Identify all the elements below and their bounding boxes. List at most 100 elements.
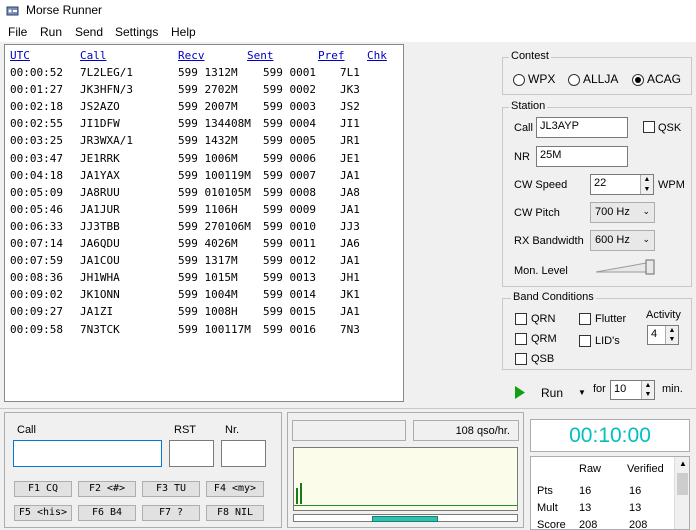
f5-his-button[interactable]: F5 <his> bbox=[14, 505, 72, 521]
log-header-call[interactable]: Call bbox=[80, 49, 107, 62]
spin-down-icon[interactable]: ▼ bbox=[641, 185, 653, 195]
contest-radio-wpx[interactable] bbox=[513, 74, 525, 86]
run-minutes-spin-buttons[interactable]: ▲ ▼ bbox=[641, 381, 654, 399]
log-cell-call: JA1YAX bbox=[80, 168, 120, 182]
log-cell-call: JJ3TBB bbox=[80, 219, 120, 233]
log-cell-sent: 599 0008 bbox=[263, 185, 316, 199]
log-cell-call: JA1COU bbox=[80, 254, 120, 268]
log-cell-sent: 599 0009 bbox=[263, 202, 316, 216]
contest-group: Contest WPX ALLJA ACAG bbox=[502, 50, 692, 95]
spin-up-icon[interactable]: ▲ bbox=[641, 175, 653, 185]
log-cell-utc: 00:01:27 bbox=[10, 83, 63, 97]
rx-bandwidth-label: RX Bandwidth bbox=[514, 235, 584, 247]
log-header-utc[interactable]: UTC bbox=[10, 49, 30, 62]
cw-pitch-select[interactable]: 700 Hz ⌄ bbox=[590, 202, 655, 223]
activity-spinner[interactable]: 4 ▲ ▼ bbox=[647, 325, 679, 345]
f4-my-button[interactable]: F4 <my> bbox=[206, 481, 264, 497]
spin-up-icon[interactable]: ▲ bbox=[642, 381, 654, 390]
station-nr-input[interactable]: 25M bbox=[536, 146, 628, 167]
scope-baseline bbox=[294, 505, 517, 506]
f6-b4-button[interactable]: F6 B4 bbox=[78, 505, 136, 521]
run-play-icon[interactable] bbox=[514, 385, 526, 400]
f3-tu-button[interactable]: F3 TU bbox=[142, 481, 200, 497]
log-header-pref[interactable]: Pref bbox=[318, 49, 345, 62]
tuning-indicator[interactable] bbox=[372, 516, 438, 522]
lids-checkbox[interactable] bbox=[579, 335, 591, 347]
log-cell-call: JS2AZO bbox=[80, 100, 120, 114]
log-cell-recv: 599 100117M bbox=[178, 322, 251, 336]
cw-pitch-label: CW Pitch bbox=[514, 207, 560, 219]
log-cell-recv: 599 100119M bbox=[178, 168, 251, 182]
signal-scope bbox=[293, 447, 518, 511]
cw-speed-spinner[interactable]: 22 ▲ ▼ bbox=[590, 174, 654, 195]
log-cell-utc: 00:08:36 bbox=[10, 271, 63, 285]
mon-level-slider[interactable] bbox=[594, 259, 656, 275]
rx-bandwidth-select[interactable]: 600 Hz ⌄ bbox=[590, 230, 655, 251]
log-cell-utc: 00:02:18 bbox=[10, 100, 63, 114]
contest-label-acag: ACAG bbox=[647, 72, 682, 86]
qsb-checkbox[interactable] bbox=[515, 353, 527, 365]
score-scrollbar[interactable]: ▲ bbox=[674, 457, 689, 529]
station-group: Station Call JL3AYP QSK NR 25M CW Speed … bbox=[502, 100, 692, 287]
log-cell-call: JA6QDU bbox=[80, 237, 120, 250]
spin-down-icon[interactable]: ▼ bbox=[666, 335, 678, 344]
contest-radio-allja[interactable] bbox=[568, 74, 580, 86]
log-header-chk[interactable]: Chk bbox=[367, 49, 387, 62]
log-cell-utc: 00:00:52 bbox=[10, 66, 63, 79]
menu-settings[interactable]: Settings bbox=[115, 25, 158, 39]
station-call-input[interactable]: JL3AYP bbox=[536, 117, 628, 138]
log-cell-recv: 599 2007M bbox=[178, 100, 238, 114]
run-button[interactable]: Run bbox=[541, 386, 563, 400]
log-cell-recv: 599 1004M bbox=[178, 288, 238, 302]
log-cell-pref: JR1 bbox=[340, 134, 360, 148]
menu-run[interactable]: Run bbox=[40, 25, 62, 39]
flutter-checkbox[interactable] bbox=[579, 313, 591, 325]
scope-signal-bar bbox=[296, 488, 298, 504]
f1-cq-button[interactable]: F1 CQ bbox=[14, 481, 72, 497]
score-pts-label: Pts bbox=[537, 485, 553, 497]
nr-input[interactable] bbox=[221, 440, 266, 467]
status-field bbox=[292, 420, 406, 441]
scroll-thumb[interactable] bbox=[677, 473, 688, 495]
run-minutes-spinner[interactable]: 10 ▲ ▼ bbox=[610, 380, 655, 400]
spin-up-icon[interactable]: ▲ bbox=[666, 326, 678, 335]
call-input[interactable] bbox=[13, 440, 162, 467]
qsb-label: QSB bbox=[531, 353, 555, 365]
log-cell-call: 7N3TCK bbox=[80, 322, 120, 336]
lids-label: LID's bbox=[595, 335, 620, 347]
log-cell-sent: 599 0003 bbox=[263, 100, 316, 114]
qsk-checkbox[interactable] bbox=[643, 121, 655, 133]
app-icon bbox=[6, 6, 19, 16]
log-cell-recv: 599 1432M bbox=[178, 134, 238, 148]
f7-query-button[interactable]: F7 ? bbox=[142, 505, 200, 521]
log-cell-recv: 599 1015M bbox=[178, 271, 238, 285]
f2-number-button[interactable]: F2 <#> bbox=[78, 481, 136, 497]
contest-radio-acag[interactable] bbox=[632, 74, 644, 86]
tuning-bar[interactable] bbox=[293, 514, 518, 522]
log-cell-utc: 00:09:02 bbox=[10, 288, 63, 302]
log-header-sent[interactable]: Sent bbox=[247, 49, 274, 62]
spin-down-icon[interactable]: ▼ bbox=[642, 390, 654, 399]
qso-log[interactable]: UTC Call Recv Sent Pref Chk 00:00:52 7L2L… bbox=[4, 44, 404, 402]
scroll-up-icon[interactable]: ▲ bbox=[679, 459, 687, 468]
score-total-raw: 208 bbox=[579, 519, 598, 530]
station-legend: Station bbox=[509, 100, 548, 112]
activity-spin-buttons[interactable]: ▲ ▼ bbox=[665, 326, 678, 344]
rst-input[interactable] bbox=[169, 440, 214, 467]
menu-bar: File Run Send Settings Help bbox=[0, 22, 696, 42]
f8-nil-button[interactable]: F8 NIL bbox=[206, 505, 264, 521]
qrm-checkbox[interactable] bbox=[515, 333, 527, 345]
contest-clock: 00:10:00 bbox=[530, 419, 690, 452]
menu-file[interactable]: File bbox=[8, 25, 27, 39]
log-cell-sent: 599 0004 bbox=[263, 117, 316, 131]
log-header-recv[interactable]: Recv bbox=[178, 49, 205, 62]
score-total-verified: 208 bbox=[629, 519, 648, 530]
cw-speed-spin-buttons[interactable]: ▲ ▼ bbox=[640, 175, 653, 194]
menu-help[interactable]: Help bbox=[171, 25, 196, 39]
menu-send[interactable]: Send bbox=[75, 25, 103, 39]
qrn-checkbox[interactable] bbox=[515, 313, 527, 325]
run-dropdown-icon[interactable]: ▼ bbox=[578, 388, 586, 397]
score-header-verified: Verified bbox=[627, 463, 664, 475]
activity-value: 4 bbox=[651, 328, 658, 340]
log-cell-utc: 00:07:14 bbox=[10, 237, 63, 250]
